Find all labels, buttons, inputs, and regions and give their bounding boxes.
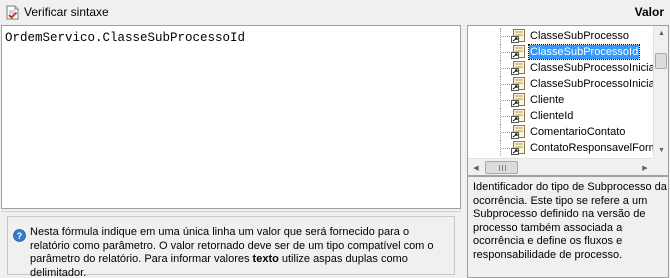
tree-item[interactable]: ClienteId	[468, 108, 653, 124]
tree-item-label: ContatoResponsavelForm	[530, 142, 653, 154]
help-icon: ?	[13, 229, 26, 242]
scroll-left-arrow-icon[interactable]: ◀	[468, 159, 484, 175]
vertical-scroll-thumb[interactable]	[655, 53, 667, 69]
svg-text:?: ?	[17, 231, 23, 241]
value-panel-title: Valor	[634, 5, 664, 19]
tree-item-label: ClasseSubProcessoIniciad	[530, 78, 653, 90]
scroll-up-arrow-icon[interactable]: ▲	[654, 26, 668, 41]
tree-item[interactable]: Cliente	[468, 92, 653, 108]
tree-item-label: ClasseSubProcessoId	[527, 44, 641, 60]
help-text-bold: texto	[252, 253, 279, 265]
tree-connector	[500, 28, 510, 44]
field-icon	[510, 60, 526, 76]
tree-item[interactable]: ClasseSubProcessoIniciad	[468, 76, 653, 92]
tree-item-label: Cliente	[530, 94, 565, 106]
help-box: ? Nesta fórmula indique em uma única lin…	[7, 216, 455, 278]
field-description-panel: Identificador do tipo de Subprocesso da …	[467, 176, 669, 278]
tree-item-label: ClasseSubProcessoIniciad	[530, 62, 653, 74]
tree-item[interactable]: ClasseSubProcesso	[468, 28, 653, 44]
tree-item[interactable]: ComentarioContato	[468, 124, 653, 140]
field-icon	[510, 140, 526, 156]
toolbar: Verificar sintaxe Valor	[0, 0, 670, 24]
document-check-icon	[6, 5, 19, 19]
tree-item[interactable]: ClasseSubProcessoId	[468, 44, 653, 60]
tree-connector	[500, 124, 510, 140]
field-tree[interactable]: ClasseSubProcesso ClasseSubProcessoId Clas…	[467, 25, 669, 176]
help-panel: ? Nesta fórmula indique em uma única lin…	[1, 211, 461, 278]
scroll-down-arrow-icon[interactable]: ▼	[654, 143, 668, 158]
horizontal-scroll-thumb[interactable]	[485, 161, 518, 174]
tree-list: ClasseSubProcesso ClasseSubProcessoId Clas…	[468, 28, 653, 156]
vertical-scrollbar[interactable]: ▲ ▼	[653, 26, 668, 158]
tree-connector	[500, 76, 510, 92]
tree-connector	[500, 44, 510, 60]
tree-item-label: ComentarioContato	[530, 126, 626, 138]
grip-icon	[499, 165, 506, 171]
tree-connector	[500, 92, 510, 108]
check-syntax-button[interactable]: Verificar sintaxe	[3, 3, 112, 21]
tree-connector	[500, 60, 510, 76]
check-syntax-label: Verificar sintaxe	[24, 5, 109, 19]
formula-editor[interactable]: OrdemServico.ClasseSubProcessoId	[1, 25, 461, 209]
scroll-corner	[653, 158, 668, 175]
tree-item[interactable]: ClasseSubProcessoIniciad	[468, 60, 653, 76]
field-icon	[510, 28, 526, 44]
tree-connector	[500, 140, 510, 156]
field-description: Identificador do tipo de Subprocesso da …	[473, 181, 667, 261]
tree-item-label: ClasseSubProcesso	[530, 30, 630, 42]
tree-connector	[500, 108, 510, 124]
field-icon	[510, 44, 526, 60]
formula-input[interactable]: OrdemServico.ClasseSubProcessoId	[5, 31, 457, 203]
help-text: Nesta fórmula indique em uma única linha…	[30, 226, 450, 278]
field-icon	[510, 124, 526, 140]
scroll-right-arrow-icon[interactable]: ▶	[637, 159, 653, 175]
field-icon	[510, 76, 526, 92]
field-icon	[510, 92, 526, 108]
tree-item-label: ClienteId	[530, 110, 574, 122]
tree-item[interactable]: ContatoResponsavelForm	[468, 140, 653, 156]
field-icon	[510, 108, 526, 124]
horizontal-scrollbar[interactable]: ◀ ▶	[468, 158, 653, 175]
